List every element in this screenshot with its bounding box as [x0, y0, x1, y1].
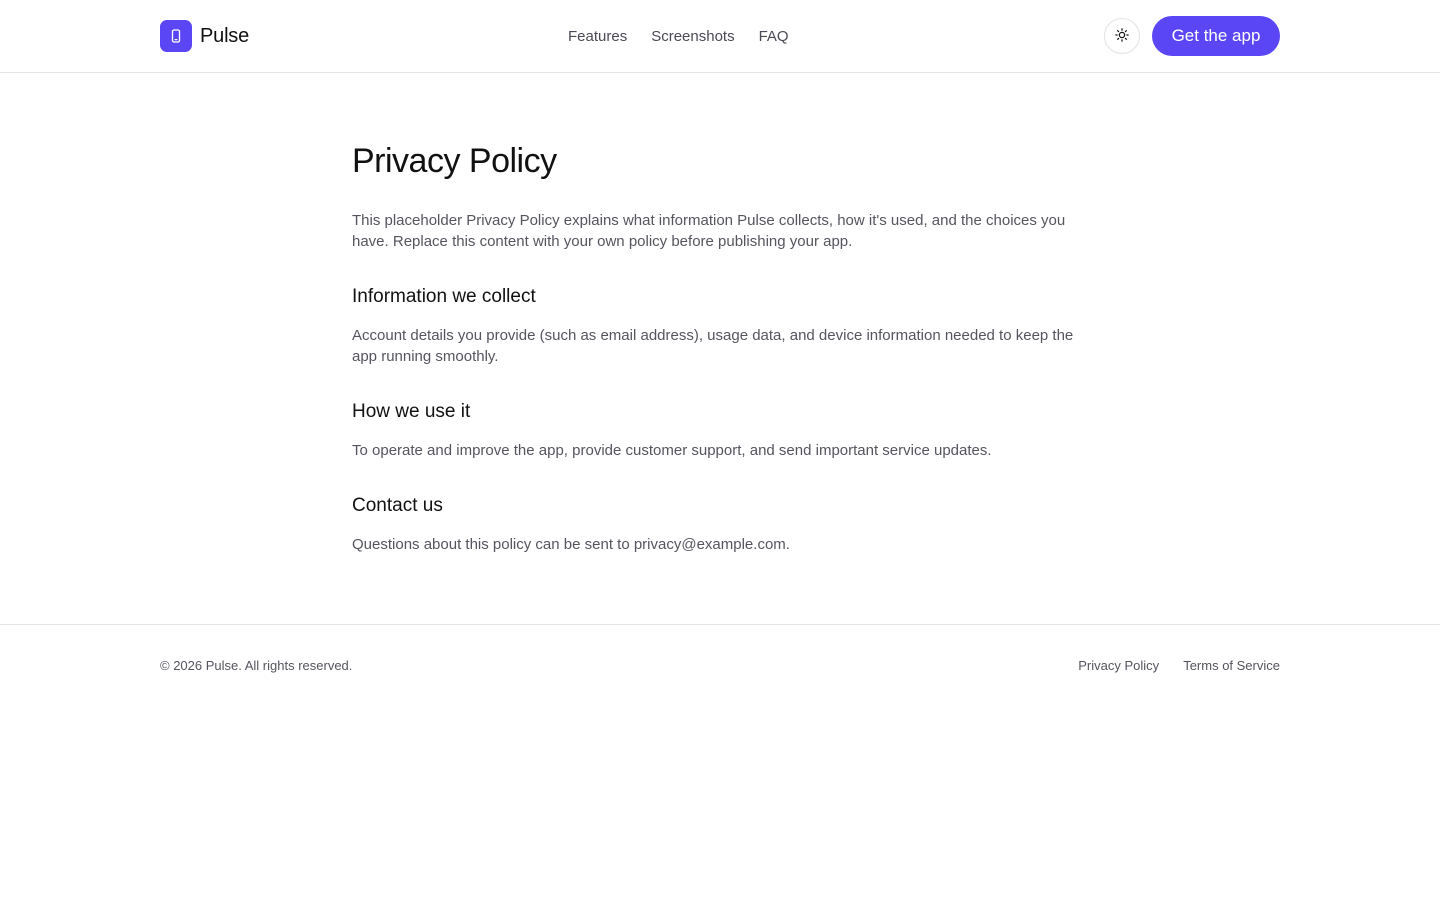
- policy-content: Privacy Policy This placeholder Privacy …: [352, 140, 1088, 555]
- brand-name: Pulse: [200, 24, 250, 47]
- page-title: Privacy Policy: [352, 142, 557, 180]
- footer-link-terms-of-service[interactable]: Terms of Service: [1183, 658, 1280, 674]
- section-body: To operate and improve the app, provide …: [352, 442, 992, 459]
- sun-icon: [1115, 27, 1129, 45]
- section-contact-us: Contact us Questions about this policy c…: [352, 494, 1088, 555]
- intro-paragraph: This placeholder Privacy Policy explains…: [352, 212, 1066, 250]
- site-footer: © 2026 Pulse. All rights reserved. Priva…: [0, 624, 1440, 708]
- section-how-we-use-it: How we use it To operate and improve the…: [352, 400, 1088, 461]
- section-heading: How we use it: [352, 401, 471, 422]
- footer-links: Privacy Policy Terms of Service: [1078, 658, 1280, 674]
- main-nav: Features Screenshots FAQ: [568, 27, 789, 47]
- theme-toggle-button[interactable]: [1104, 18, 1140, 54]
- site-header: Pulse Features Screenshots FAQ Get the a…: [0, 0, 1440, 73]
- nav-link-features[interactable]: Features: [568, 27, 627, 47]
- nav-link-screenshots[interactable]: Screenshots: [651, 27, 734, 47]
- section-body: Account details you provide (such as ema…: [352, 327, 1074, 365]
- brand-link[interactable]: Pulse: [160, 20, 249, 52]
- phone-icon: [160, 20, 192, 52]
- footer-link-privacy-policy[interactable]: Privacy Policy: [1078, 658, 1159, 674]
- section-information-we-collect: Information we collect Account details y…: [352, 285, 1088, 367]
- get-the-app-button[interactable]: Get the app: [1152, 16, 1280, 56]
- section-body: Questions about this policy can be sent …: [352, 536, 790, 553]
- copyright-text: © 2026 Pulse. All rights reserved.: [160, 658, 353, 673]
- nav-link-faq[interactable]: FAQ: [759, 27, 789, 47]
- section-heading: Information we collect: [352, 286, 536, 307]
- section-heading: Contact us: [352, 495, 443, 516]
